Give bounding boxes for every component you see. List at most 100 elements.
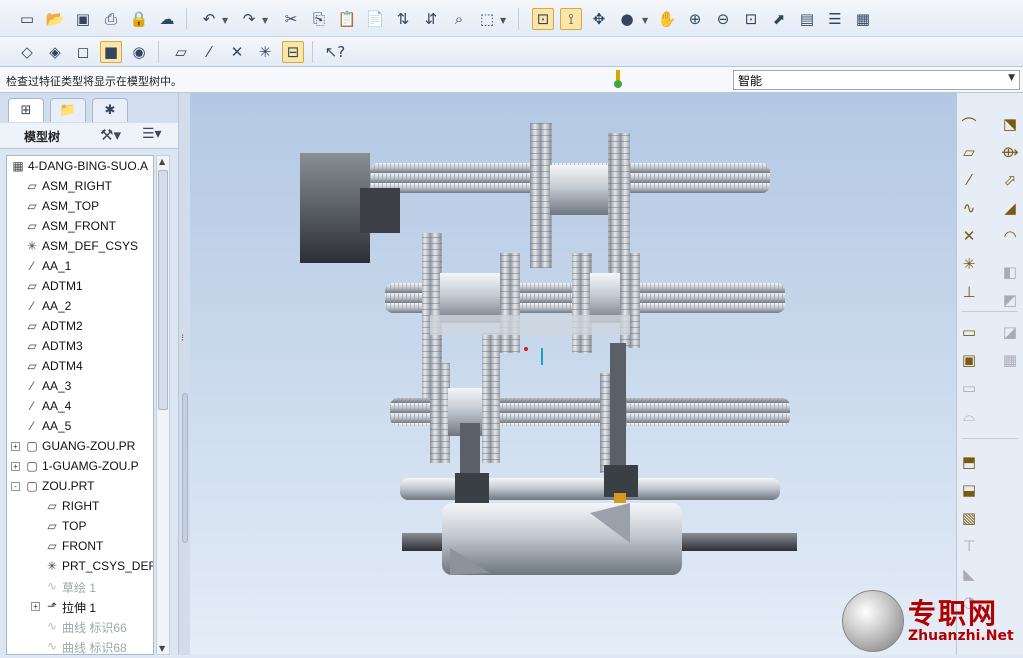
tree-item[interactable]: ▦ 4-DANG-BING-SUO.A: [7, 156, 153, 176]
scroll-down-icon[interactable]: ▼: [159, 644, 165, 653]
graphics-window[interactable]: [190, 93, 956, 655]
place-component-icon[interactable]: ◪: [999, 321, 1021, 343]
tree-item[interactable]: ⁄ AA_5: [7, 416, 153, 436]
merge-icon[interactable]: ◧: [999, 261, 1021, 283]
select-box-icon[interactable]: ⬚: [476, 8, 498, 30]
zoom-in-icon[interactable]: ⊕: [684, 8, 706, 30]
tree-item[interactable]: ⁄ AA_3: [7, 376, 153, 396]
zoom-out-icon[interactable]: ⊖: [712, 8, 734, 30]
tree-item[interactable]: ▱ ADTM2: [7, 316, 153, 336]
selection-filter-dropdown[interactable]: 智能 ▼: [733, 70, 1020, 90]
tree-item[interactable]: ▱ ADTM1: [7, 276, 153, 296]
hidden-line-icon[interactable]: ◈: [44, 41, 66, 63]
no-hidden-icon[interactable]: ◻: [72, 41, 94, 63]
mirror-icon[interactable]: ◠: [999, 225, 1021, 247]
refit-icon[interactable]: ⊡: [740, 8, 762, 30]
show-menu-icon[interactable]: ☰▾: [142, 126, 162, 142]
tree-expander-icon[interactable]: +: [11, 442, 20, 451]
csys-toggle-icon[interactable]: ✥: [588, 8, 610, 30]
tree-item[interactable]: ∿ 曲线 标识66: [7, 616, 153, 636]
package-icon[interactable]: ▦: [999, 349, 1021, 371]
tree-expander-icon[interactable]: +: [31, 602, 40, 611]
pattern-icon[interactable]: ▭: [958, 321, 980, 343]
tree-settings-icon[interactable]: ⚒▾: [100, 126, 121, 144]
tree-item[interactable]: ▱ ASM_RIGHT: [7, 176, 153, 196]
tree-item[interactable]: ∿ 曲线 标识68: [7, 636, 153, 654]
datum-point-display-icon[interactable]: ✕: [226, 41, 248, 63]
tree-item[interactable]: ⁄ AA_4: [7, 396, 153, 416]
create-component-icon[interactable]: ▣: [958, 349, 980, 371]
paste-icon[interactable]: 📋: [336, 8, 358, 30]
pan-icon[interactable]: ✋: [656, 8, 678, 30]
csys-display-icon[interactable]: ✳: [254, 41, 276, 63]
tree-item[interactable]: ⁄ AA_2: [7, 296, 153, 316]
saved-views-icon[interactable]: ▤: [796, 8, 818, 30]
shading-icon[interactable]: ●: [616, 8, 638, 30]
skeleton-icon[interactable]: ▧: [958, 507, 980, 529]
tree-item[interactable]: ▱ TOP: [7, 516, 153, 536]
sketch-tool-icon[interactable]: ⌒: [958, 113, 980, 135]
annotation-display-icon[interactable]: ⊟: [282, 41, 304, 63]
favorites-tab[interactable]: ✱: [92, 98, 128, 122]
wireframe-icon[interactable]: ◇: [16, 41, 38, 63]
tree-item[interactable]: ⁄ AA_1: [7, 256, 153, 276]
tree-item[interactable]: ▱ ASM_TOP: [7, 196, 153, 216]
find-icon[interactable]: ⌕: [448, 8, 470, 30]
enhanced-realism-icon[interactable]: ◉: [128, 41, 150, 63]
spin-center-icon[interactable]: ⊡: [532, 8, 554, 30]
regen-manager-icon[interactable]: ⇵: [420, 8, 442, 30]
undo-icon[interactable]: ↶: [198, 8, 220, 30]
open-icon[interactable]: 📂: [44, 8, 66, 30]
analysis-tool-icon[interactable]: ⊥: [958, 281, 980, 303]
tree-item[interactable]: ✳ ASM_DEF_CSYS: [7, 236, 153, 256]
datum-axis-display-icon[interactable]: ⁄: [198, 41, 220, 63]
tree-item[interactable]: + ⬏ 拉伸 1: [7, 596, 153, 616]
tree-item[interactable]: ▱ ASM_FRONT: [7, 216, 153, 236]
scroll-up-icon[interactable]: ▲: [159, 157, 165, 166]
shaded-icon[interactable]: ■: [100, 41, 122, 63]
scroll-thumb[interactable]: [158, 170, 168, 410]
folder-browser-tab[interactable]: 📁: [50, 98, 86, 122]
tree-item[interactable]: ∿ 草绘 1: [7, 576, 153, 596]
whats-this-icon[interactable]: ↖?: [324, 41, 346, 63]
csys-tool-icon[interactable]: ✳: [958, 253, 980, 275]
redo-icon[interactable]: ↷: [238, 8, 260, 30]
reorient-icon[interactable]: ⬈: [768, 8, 790, 30]
trim-icon[interactable]: ◩: [999, 289, 1021, 311]
regenerate-icon[interactable]: ⇅: [392, 8, 414, 30]
axis-tool-icon[interactable]: ⁄: [958, 169, 980, 191]
assemble-icon[interactable]: ⌓: [958, 405, 980, 427]
collapse-grip-icon[interactable]: ⁝: [181, 333, 184, 344]
print-icon[interactable]: ⎙: [100, 8, 122, 30]
repeat-icon[interactable]: ▭: [958, 377, 980, 399]
save-icon[interactable]: ▣: [72, 8, 94, 30]
layers-icon[interactable]: ☰: [824, 8, 846, 30]
tree-item[interactable]: ▱ FRONT: [7, 536, 153, 556]
view-orient-icon[interactable]: ⟟: [560, 8, 582, 30]
tree-item[interactable]: ▱ RIGHT: [7, 496, 153, 516]
tree-item[interactable]: - ▢ ZOU.PRT: [7, 476, 153, 496]
copy-geom-icon[interactable]: ⬔: [999, 113, 1021, 135]
tree-item[interactable]: + ▢ GUANG-ZOU.PR: [7, 436, 153, 456]
explode-icon[interactable]: ⬒: [958, 451, 980, 473]
tree-item[interactable]: ▱ ADTM4: [7, 356, 153, 376]
move-feature-icon[interactable]: ⟴: [999, 141, 1021, 163]
cut-out-icon[interactable]: ⊤: [958, 535, 980, 557]
tree-item[interactable]: ✳ PRT_CSYS_DEF: [7, 556, 153, 576]
splitter-handle[interactable]: [182, 393, 188, 543]
plane-tool-icon[interactable]: ▱: [958, 141, 980, 163]
connection-icon[interactable]: ☁: [156, 8, 178, 30]
new-icon[interactable]: ▭: [16, 8, 38, 30]
paste-special-icon[interactable]: 📄: [364, 8, 386, 30]
tree-expander-icon[interactable]: +: [11, 462, 20, 471]
model-tree-tab[interactable]: ⊞: [8, 98, 44, 122]
point-tool-icon[interactable]: ✕: [958, 225, 980, 247]
curve-tool-icon[interactable]: ∿: [958, 197, 980, 219]
tree-item[interactable]: ▱ ADTM3: [7, 336, 153, 356]
tree-item[interactable]: + ▢ 1-GUAMG-ZOU.P: [7, 456, 153, 476]
lock-icon[interactable]: 🔒: [128, 8, 150, 30]
boundary-blend-icon[interactable]: ◢: [999, 197, 1021, 219]
shell-icon[interactable]: ◣: [958, 563, 980, 585]
insert-component-icon[interactable]: ⬓: [958, 479, 980, 501]
panel-splitter[interactable]: ⁝: [178, 93, 190, 655]
